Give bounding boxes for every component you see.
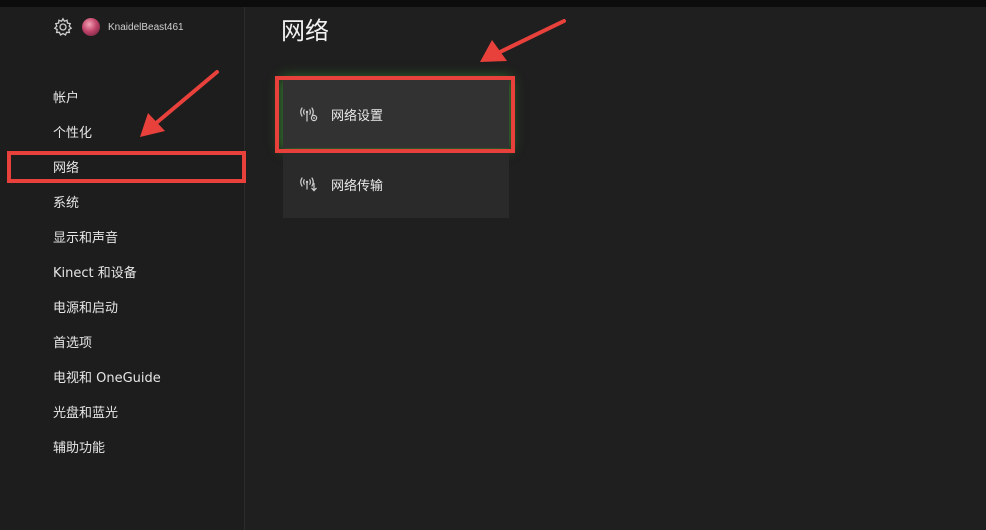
annotation-arrow-card xyxy=(480,19,566,62)
wifi-download-icon xyxy=(299,175,319,193)
sidebar-item-power-startup[interactable]: 电源和启动 xyxy=(0,289,245,324)
gear-icon[interactable] xyxy=(53,17,73,37)
sidebar-item-accessibility[interactable]: 辅助功能 xyxy=(0,429,245,464)
sidebar-item-label: 辅助功能 xyxy=(53,441,106,456)
sidebar-item-kinect-devices[interactable]: Kinect 和设备 xyxy=(0,254,245,289)
network-transfer-button[interactable]: 网络传输 xyxy=(283,150,509,218)
sidebar-item-account[interactable]: 帐户 xyxy=(0,79,245,114)
sidebar-item-label: 显示和声音 xyxy=(53,231,119,246)
sidebar-item-label: 首选项 xyxy=(53,336,93,351)
annotation-highlight-network xyxy=(7,151,246,183)
sidebar: KnaidelBeast461 帐户 个性化 网络 系统 显示和声音 Kinec… xyxy=(0,7,245,530)
sidebar-item-tv-oneguide[interactable]: 电视和 OneGuide xyxy=(0,359,245,394)
sidebar-item-label: 光盘和蓝光 xyxy=(53,406,119,421)
gamertag: KnaidelBeast461 xyxy=(108,21,184,33)
annotation-highlight-network-settings xyxy=(275,76,515,153)
top-bar xyxy=(0,0,986,7)
settings-nav: 帐户 个性化 网络 系统 显示和声音 Kinect 和设备 电源和启动 首选项 … xyxy=(0,79,245,464)
sidebar-item-personalization[interactable]: 个性化 xyxy=(0,114,245,149)
sidebar-item-label: 电源和启动 xyxy=(53,301,119,316)
page-title: 网络 xyxy=(281,17,329,45)
sidebar-item-system[interactable]: 系统 xyxy=(0,184,245,219)
avatar[interactable] xyxy=(82,18,100,36)
sidebar-item-preferences[interactable]: 首选项 xyxy=(0,324,245,359)
sidebar-item-display-sound[interactable]: 显示和声音 xyxy=(0,219,245,254)
sidebar-item-label: Kinect 和设备 xyxy=(53,266,137,281)
sidebar-item-disc-bluray[interactable]: 光盘和蓝光 xyxy=(0,394,245,429)
sidebar-item-label: 电视和 OneGuide xyxy=(53,371,161,386)
sidebar-item-label: 帐户 xyxy=(53,91,80,106)
profile-header: KnaidelBeast461 xyxy=(53,17,184,37)
sidebar-item-label: 系统 xyxy=(53,196,80,211)
sidebar-item-label: 个性化 xyxy=(53,126,93,141)
card-label: 网络传输 xyxy=(331,178,384,194)
